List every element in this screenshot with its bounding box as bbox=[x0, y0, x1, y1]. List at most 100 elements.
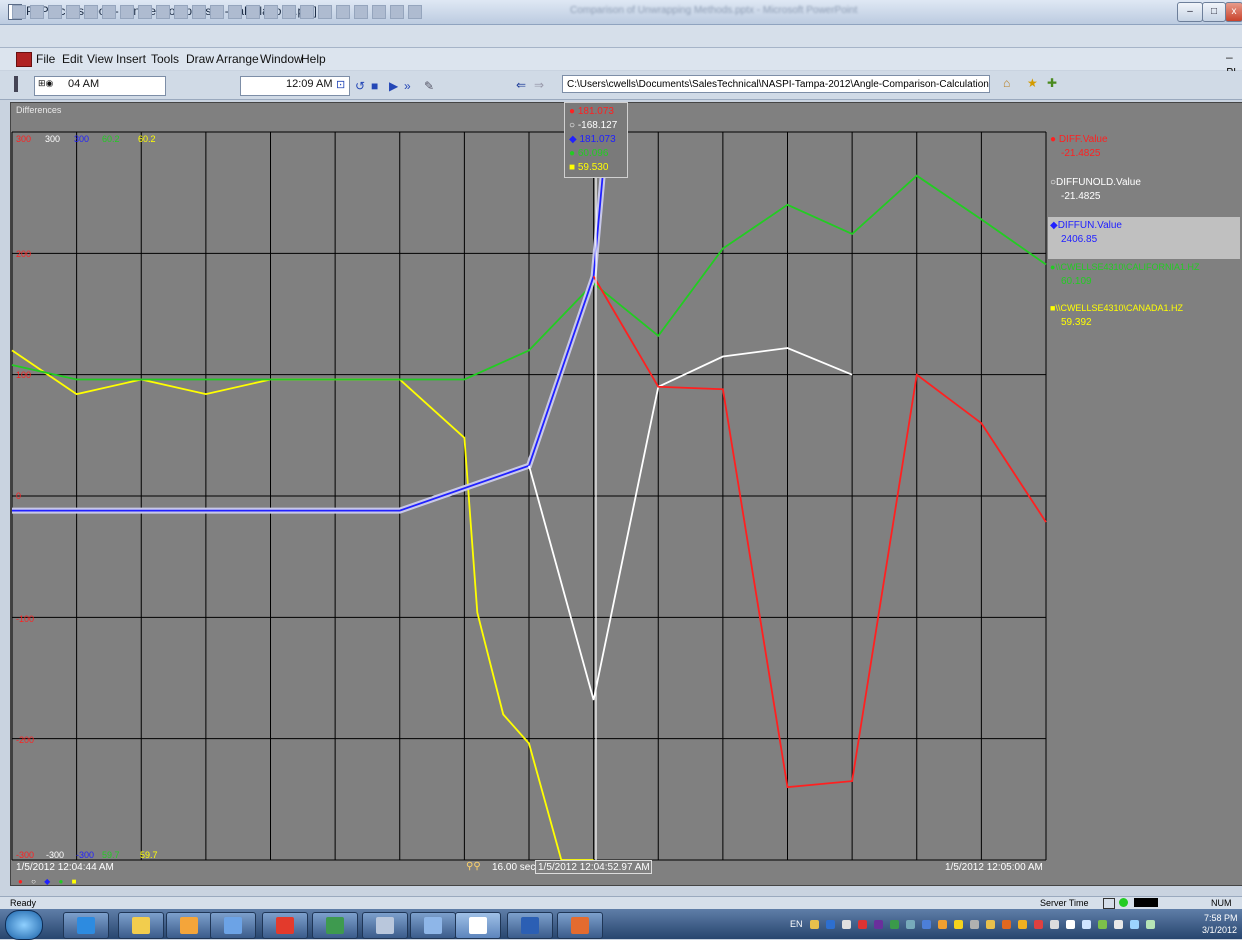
bottom-scale-canada: 59.7 bbox=[140, 850, 158, 860]
legend-item-diffunold[interactable]: ○DIFFUNOLD.Value bbox=[1050, 177, 1141, 188]
power-icon[interactable] bbox=[1098, 920, 1107, 929]
bottom-scale-diff: -300 bbox=[16, 850, 35, 860]
legend-value-diff: -21.4825 bbox=[1061, 148, 1101, 159]
volume-icon[interactable] bbox=[1114, 920, 1123, 929]
app-icon bbox=[224, 917, 242, 934]
tooltip-marker: ■ bbox=[569, 162, 576, 173]
tooltip-value: 60.096 bbox=[577, 148, 609, 159]
tray-icon-13[interactable] bbox=[1002, 920, 1011, 929]
flag-icon[interactable] bbox=[1066, 920, 1075, 929]
y-tick-0: 0 bbox=[16, 491, 22, 501]
grid bbox=[11, 131, 1047, 861]
tray-icon-7[interactable] bbox=[906, 920, 915, 929]
legend-name: DIFF.Value bbox=[1058, 134, 1108, 145]
series-line-1[interactable] bbox=[528, 347, 853, 701]
taskbar-search[interactable] bbox=[362, 912, 408, 939]
y-tick-200: 200 bbox=[16, 249, 32, 259]
taskbar-ie[interactable] bbox=[63, 912, 109, 939]
zoom-icon[interactable]: ⚲⚲ bbox=[466, 861, 481, 872]
tray-icon-10[interactable] bbox=[954, 920, 963, 929]
server-time-label: Server Time bbox=[1040, 898, 1089, 908]
powerpoint-icon bbox=[571, 917, 589, 934]
legend-marker: ◆ bbox=[1050, 220, 1058, 231]
legend-name: \\CWELLSE4310\CANADA1.HZ bbox=[1055, 303, 1183, 313]
bottom-scale-california: 59.7 bbox=[102, 850, 120, 860]
tray-icon-14[interactable] bbox=[1018, 920, 1027, 929]
legend-name: DIFFUN.Value bbox=[1057, 220, 1122, 231]
tray-icon-8[interactable] bbox=[922, 920, 931, 929]
marker-row: ● ○ ◆ ● ■ bbox=[18, 877, 76, 886]
y-tick-100: 100 bbox=[16, 370, 32, 380]
taskbar-outlook[interactable] bbox=[166, 912, 212, 939]
status-ok-icon bbox=[1119, 898, 1128, 907]
top-scale-canada: 60.2 bbox=[138, 134, 156, 144]
y-tick-minus-200: -200 bbox=[16, 735, 35, 745]
y-tick-minus-100: -100 bbox=[16, 614, 35, 624]
legend-marker: ● bbox=[1050, 134, 1057, 145]
ie-icon bbox=[77, 917, 95, 934]
series-line-2[interactable] bbox=[12, 131, 608, 512]
cursor-time-label: 1/5/2012 12:04:52.97 AM bbox=[535, 860, 652, 874]
onenote-tray-icon[interactable] bbox=[874, 920, 883, 929]
tray-icon-2[interactable] bbox=[826, 920, 835, 929]
series-line-0[interactable] bbox=[592, 275, 1047, 789]
pdf-icon bbox=[276, 917, 294, 934]
taskbar-explorer[interactable] bbox=[118, 912, 164, 939]
tooltip-diff: ● 181.073 bbox=[569, 105, 614, 119]
taskbar-processbook[interactable] bbox=[455, 912, 501, 939]
tray-icon-21[interactable] bbox=[1130, 920, 1139, 929]
status-text: Ready bbox=[10, 898, 37, 908]
taskbar-excel[interactable] bbox=[312, 912, 358, 939]
bottom-scale-diffunold: -300 bbox=[46, 850, 65, 860]
tray-icon-9[interactable] bbox=[938, 920, 947, 929]
marker-california: ● bbox=[58, 877, 64, 886]
legend-value-diffun: 2406.85 bbox=[1061, 234, 1098, 245]
processbook-icon bbox=[469, 917, 487, 934]
top-scale-diff: 300 bbox=[16, 134, 32, 144]
top-scale-california: 60.2 bbox=[102, 134, 120, 144]
network-icon[interactable] bbox=[1082, 920, 1091, 929]
language-indicator[interactable]: EN bbox=[790, 919, 803, 929]
bottom-scale-diffun: -300 bbox=[76, 850, 95, 860]
marker-diffun: ◆ bbox=[44, 877, 51, 886]
tray-icon-11[interactable] bbox=[970, 920, 979, 929]
connection-icon bbox=[1103, 898, 1115, 909]
legend-item-california[interactable]: ●\\CWELLSE4310\CALIFORNIA1.HZ bbox=[1050, 262, 1200, 272]
start-button[interactable] bbox=[5, 910, 43, 940]
tooltip-diffunold: ○ -168.127 bbox=[569, 119, 617, 133]
legend-item-diffun[interactable]: ◆DIFFUN.Value bbox=[1050, 220, 1122, 231]
legend-item-canada[interactable]: ■\\CWELLSE4310\CANADA1.HZ bbox=[1050, 303, 1183, 313]
tooltip-marker: ● bbox=[569, 148, 576, 159]
tray-icon-3[interactable] bbox=[842, 920, 851, 929]
magnifier-icon bbox=[376, 917, 394, 934]
tray-icon-1[interactable] bbox=[810, 920, 819, 929]
tray-icon-4[interactable] bbox=[858, 920, 867, 929]
tooltip-canada: ■ 59.530 bbox=[569, 161, 608, 175]
taskbar-powerpoint[interactable] bbox=[557, 912, 603, 939]
legend-item-diff[interactable]: ● DIFF.Value bbox=[1050, 134, 1108, 145]
taskbar-app4[interactable] bbox=[210, 912, 256, 939]
pen-icon bbox=[424, 917, 442, 934]
clock-date[interactable]: 3/1/2012 bbox=[1202, 925, 1237, 935]
marker-diffunold: ○ bbox=[31, 877, 36, 886]
clock-time[interactable]: 7:58 PM bbox=[1204, 913, 1238, 923]
taskbar-acrobat[interactable] bbox=[262, 912, 308, 939]
legend-value-canada: 59.392 bbox=[1061, 317, 1092, 328]
tooltip-value: -168.127 bbox=[577, 120, 618, 131]
series-line-4[interactable] bbox=[11, 349, 594, 861]
tooltip-value: 181.073 bbox=[577, 106, 614, 117]
status-indicator bbox=[1134, 898, 1158, 907]
tray-icon-12[interactable] bbox=[986, 920, 995, 929]
tray-icon-15[interactable] bbox=[1034, 920, 1043, 929]
taskbar-app8[interactable] bbox=[410, 912, 456, 939]
taskbar-word[interactable] bbox=[507, 912, 553, 939]
excel-icon bbox=[326, 917, 344, 934]
bluetooth-icon[interactable] bbox=[1050, 920, 1059, 929]
series-highlight bbox=[12, 131, 610, 514]
tooltip-value: 59.530 bbox=[577, 162, 609, 173]
tray-icon-22[interactable] bbox=[1146, 920, 1155, 929]
tray-icon-6[interactable] bbox=[890, 920, 899, 929]
legend-name: \\CWELLSE4310\CALIFORNIA1.HZ bbox=[1055, 262, 1200, 272]
time-span-label[interactable]: 16.00 sec bbox=[492, 862, 535, 873]
tooltip-marker: ● bbox=[569, 106, 576, 117]
